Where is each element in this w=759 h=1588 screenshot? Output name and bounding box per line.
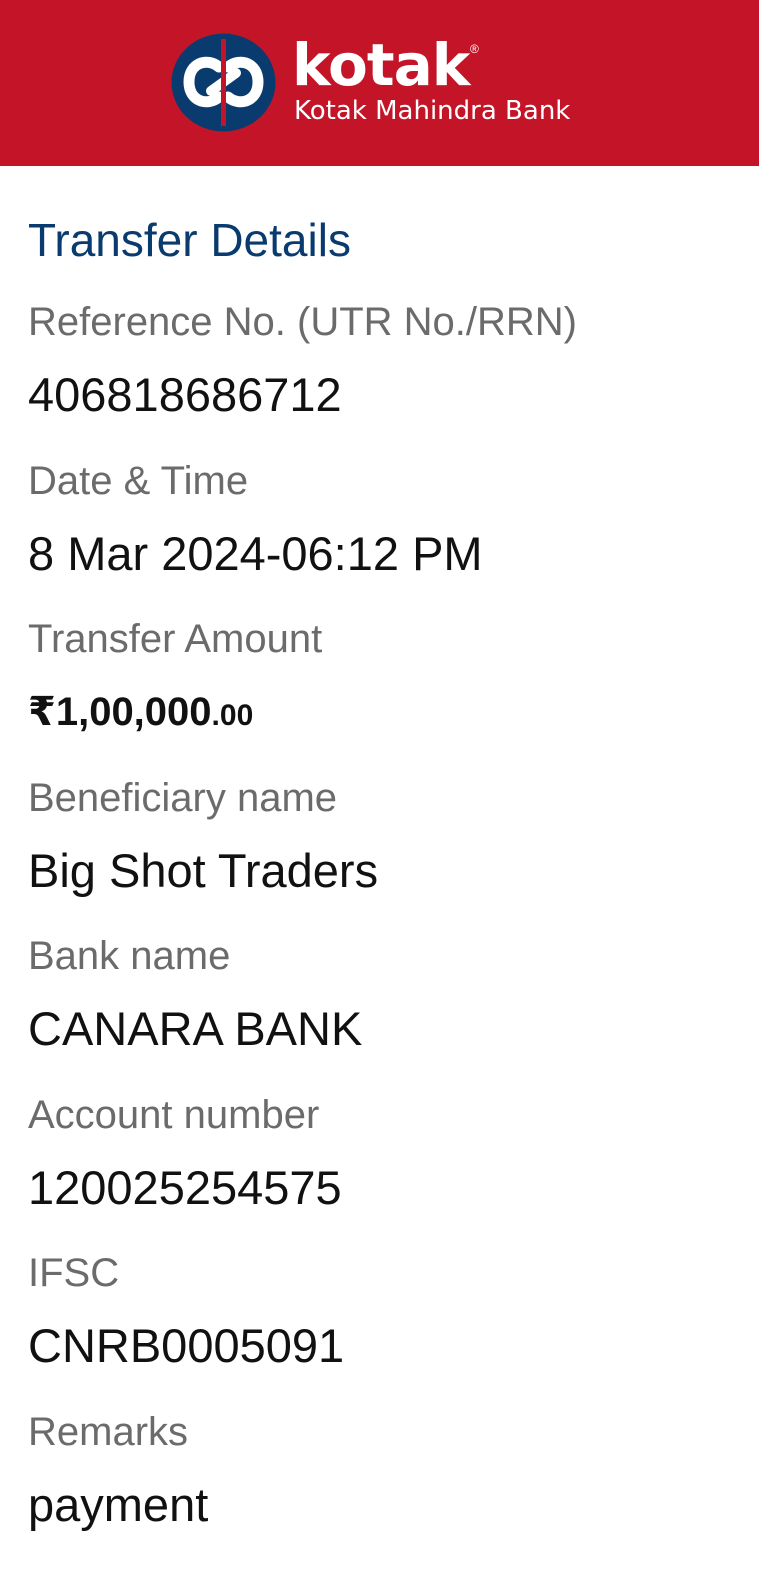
amount-label: Transfer Amount <box>28 617 323 661</box>
datetime-label: Date & Time <box>28 458 249 503</box>
account-label: Account number <box>28 1092 320 1137</box>
remarks-label: Remarks <box>28 1409 189 1454</box>
ifsc-label: IFSC <box>28 1251 120 1295</box>
transfer-details-panel: Transfer Details Reference No. (UTR No./… <box>28 210 728 1562</box>
account-value: 120025254575 <box>28 1160 342 1214</box>
beneficiary-value: Big Shot Traders <box>28 843 379 897</box>
reference-label: Reference No. (UTR No./RRN) <box>28 300 578 344</box>
reference-field: Reference No. (UTR No./RRN) 406818686712 <box>28 294 728 453</box>
app-header: kotak ® Kotak Mahindra Bank <box>0 0 759 166</box>
amount-value: ₹1,00,000.00 <box>28 681 728 747</box>
ifsc-field: IFSC CNRB0005091 <box>28 1245 728 1404</box>
datetime-field: Date & Time 8 Mar 2024-06:12 PM <box>28 453 728 612</box>
registered-mark: ® <box>470 42 479 56</box>
brand-name: kotak <box>292 31 470 99</box>
amount-field: Transfer Amount ₹1,00,000.00 <box>28 611 728 770</box>
account-field: Account number 120025254575 <box>28 1087 728 1246</box>
bank-field: Bank name CANARA BANK <box>28 928 728 1087</box>
remarks-field: Remarks payment <box>28 1404 728 1563</box>
amount-paise: .00 <box>211 699 254 732</box>
section-title: Transfer Details <box>28 214 351 266</box>
bank-label: Bank name <box>28 934 231 978</box>
beneficiary-field: Beneficiary name Big Shot Traders <box>28 770 728 929</box>
bank-value: CANARA BANK <box>28 1002 363 1055</box>
reference-value: 406818686712 <box>28 368 342 421</box>
datetime-value: 8 Mar 2024-06:12 PM <box>28 526 483 580</box>
remarks-value: payment <box>28 1477 209 1531</box>
amount-main: ₹1,00,000 <box>28 690 212 734</box>
kotak-infinity-logo-icon <box>171 33 276 132</box>
beneficiary-label: Beneficiary name <box>28 775 338 820</box>
brand-subtitle: Kotak Mahindra Bank <box>294 96 571 126</box>
ifsc-value: CNRB0005091 <box>28 1319 345 1372</box>
